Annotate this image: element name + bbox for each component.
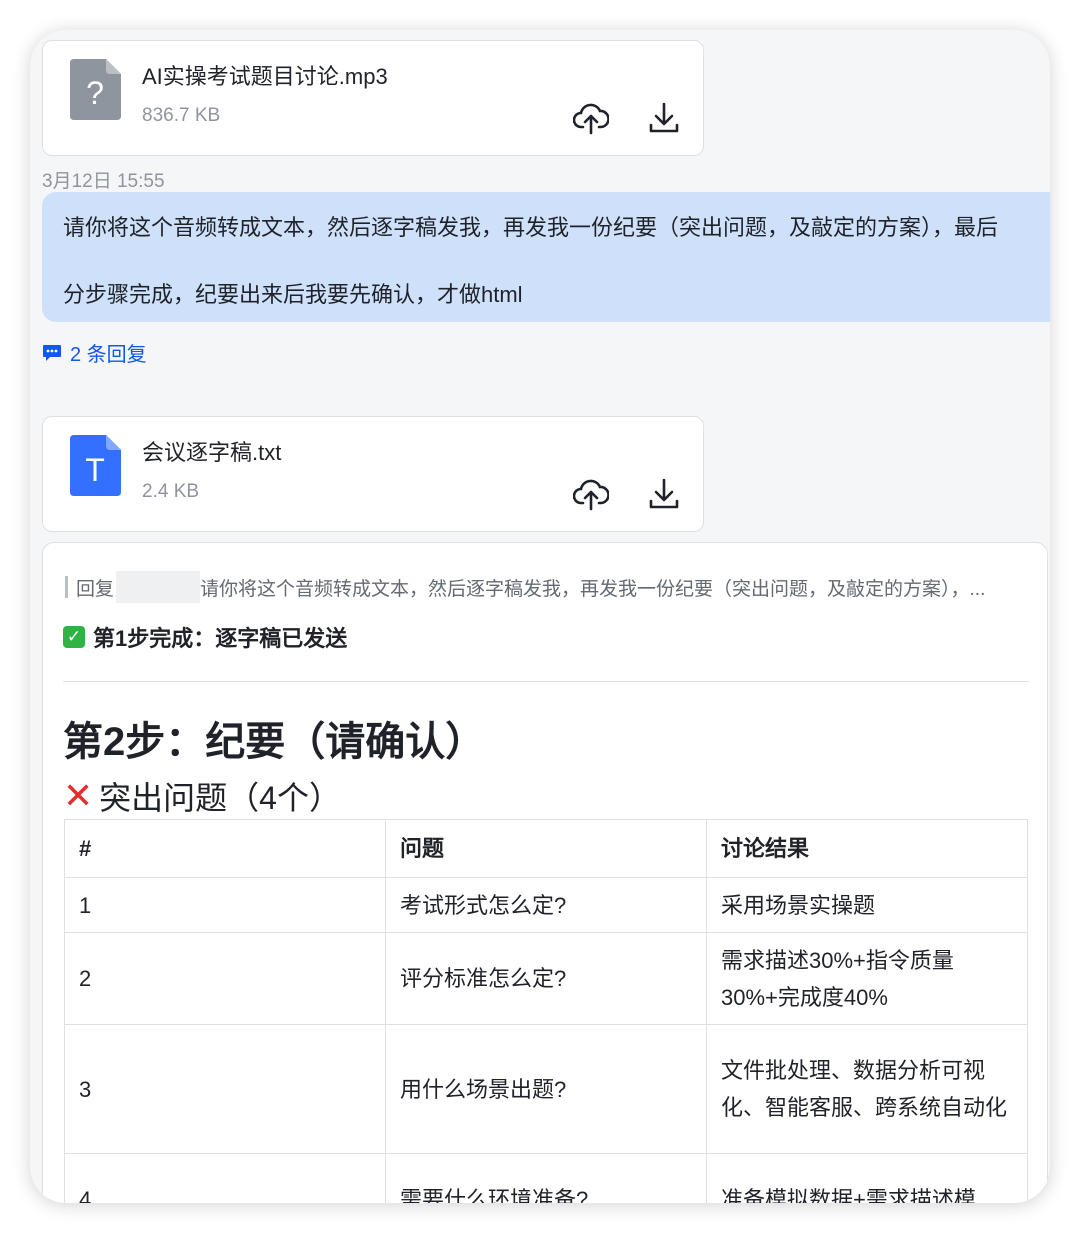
svg-text:T: T [85,452,105,488]
table-cell: 考试形式怎么定? [385,877,707,933]
table-row: 2 评分标准怎么定? 需求描述30%+指令质量30%+完成度40% [64,932,1028,1025]
file-size: 836.7 KB [142,105,221,126]
quote-text: 请你将这个音频转成文本，然后逐字稿发我，再发我一份纪要（突出问题，及敲定的方案）… [200,578,986,600]
reply-message-card[interactable]: 回复 请你将这个音频转成文本，然后逐字稿发我，再发我一份纪要（突出问题，及敲定的… [42,542,1048,1203]
text-file-icon: T [70,435,121,496]
table-cell: 2 [64,932,386,1025]
cloud-upload-icon[interactable] [573,101,609,135]
table-cell: 准备模拟数据+需求描述模 [706,1153,1028,1203]
table-row: 4 需要什么环境准备? 准备模拟数据+需求描述模 [64,1153,1028,1203]
file-name[interactable]: 会议逐字稿.txt [142,435,281,467]
message-timestamp: 3月12日 15:55 [42,171,165,192]
issues-heading: ✕ 突出问题（4个） [63,773,341,819]
table-cell: 文件批处理、数据分析可视化、智能客服、跨系统自动化 [706,1024,1028,1154]
table-row: 3 用什么场景出题? 文件批处理、数据分析可视化、智能客服、跨系统自动化 [64,1024,1028,1154]
reply-quote[interactable]: 回复 请你将这个音频转成文本，然后逐字稿发我，再发我一份纪要（突出问题，及敲定的… [65,571,985,603]
thread-replies-link[interactable]: 2 条回复 [42,338,147,367]
divider [63,681,1029,682]
file-size: 2.4 KB [142,481,200,502]
message-bubble[interactable]: 请你将这个音频转成文本，然后逐字稿发我，再发我一份纪要（突出问题，及敲定的方案）… [42,192,1050,322]
quote-prefix: 回复 [76,578,115,600]
comment-icon [43,344,61,361]
reply-count-label: 2 条回复 [70,344,147,366]
redacted-username [116,571,201,603]
table-cell: 1 [64,877,386,933]
table-cell: 需要什么环境准备? [385,1153,707,1203]
table-header-row: # 问题 讨论结果 [64,819,1028,878]
column-header: # [64,819,386,878]
download-icon[interactable] [646,101,682,135]
issues-title: 突出问题（4个） [99,780,341,816]
file-card-txt[interactable]: T 会议逐字稿.txt 2.4 KB [42,416,704,532]
table-cell: 需求描述30%+指令质量30%+完成度40% [706,932,1028,1025]
table-row: 1 考试形式怎么定? 采用场景实操题 [64,877,1028,933]
quote-bar [65,576,68,598]
check-icon: ✓ [63,626,85,648]
svg-text:?: ? [86,75,104,111]
step1-text: 第1步完成：逐字稿已发送 [93,626,348,651]
file-card-mp3[interactable]: ? AI实操考试题目讨论.mp3 836.7 KB [42,40,704,156]
table-cell: 4 [64,1153,386,1203]
column-header: 问题 [385,819,707,878]
download-icon[interactable] [646,477,682,511]
message-line: 分步骤完成，纪要出来后我要先确认，才做html [63,282,523,307]
column-header: 讨论结果 [706,819,1028,878]
issues-table: # 问题 讨论结果 1 考试形式怎么定? 采用场景实操题 2 评分标准怎么定? … [64,819,1028,1203]
file-name[interactable]: AI实操考试题目讨论.mp3 [142,59,388,91]
table-cell: 3 [64,1024,386,1154]
table-cell: 用什么场景出题? [385,1024,707,1154]
table-cell: 评分标准怎么定? [385,932,707,1025]
step1-status: ✓ 第1步完成：逐字稿已发送 [63,621,347,653]
cross-icon: ✕ [63,775,94,816]
table-cell: 采用场景实操题 [706,877,1028,933]
message-line: 请你将这个音频转成文本，然后逐字稿发我，再发我一份纪要（突出问题，及敲定的方案）… [63,215,999,240]
chat-window: ? AI实操考试题目讨论.mp3 836.7 KB 3月12日 15:55 请你… [30,30,1050,1203]
cloud-upload-icon[interactable] [573,477,609,511]
step2-heading: 第2步：纪要（请确认） [63,720,486,764]
unknown-file-icon: ? [70,59,121,120]
